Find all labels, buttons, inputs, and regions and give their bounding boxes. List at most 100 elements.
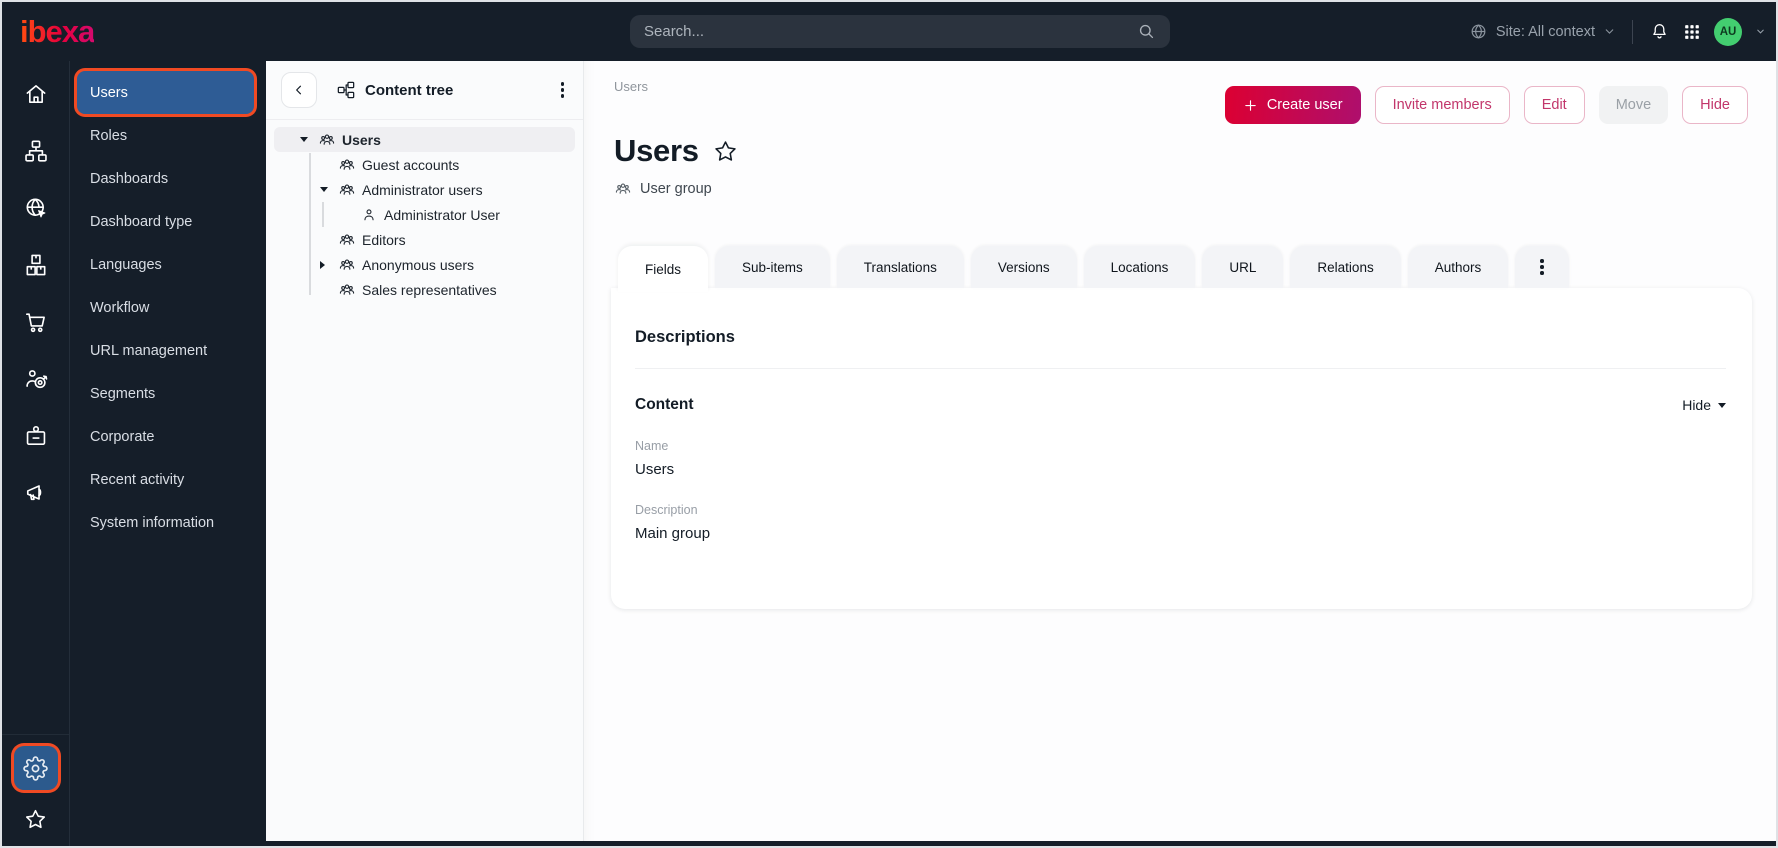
marketing-megaphone-icon: [26, 484, 41, 500]
create-user-button[interactable]: Create user: [1224, 86, 1361, 124]
tree-item-sales-representatives[interactable]: Sales representatives: [274, 277, 575, 302]
field-name: Name Users: [635, 439, 1726, 478]
bottom-edge-strip: [2, 841, 1776, 846]
rail-item-corporate[interactable]: [2, 407, 69, 464]
sidebar-item-label: Segments: [90, 385, 156, 402]
admin-settings-button[interactable]: [13, 746, 58, 790]
move-button[interactable]: Move: [1598, 86, 1669, 124]
tree-options-kebab-icon[interactable]: [557, 78, 569, 102]
content-tree-title: Content tree: [336, 80, 453, 100]
caret-down-icon[interactable]: [300, 137, 318, 142]
breadcrumb[interactable]: Users: [614, 79, 648, 94]
app-grid-button[interactable]: [1683, 23, 1701, 41]
app-grid-icon: [1685, 24, 1699, 39]
sidebar-item-workflow[interactable]: Workflow: [77, 286, 254, 329]
tab-relations[interactable]: Relations: [1290, 246, 1401, 288]
notifications-button[interactable]: [1649, 21, 1670, 42]
tab-locations[interactable]: Locations: [1083, 246, 1196, 288]
field-label: Name: [635, 439, 669, 453]
rail-item-marketing[interactable]: [2, 464, 69, 521]
sidebar-item-url-management[interactable]: URL management: [77, 329, 254, 372]
global-search-input[interactable]: Search...: [630, 15, 1170, 48]
content-tree-panel: Content tree Users Guest accounts Admini…: [266, 61, 584, 841]
tree-item-label: Editors: [362, 231, 406, 248]
action-bar: Create user Invite members Edit Move Hid…: [1224, 86, 1748, 124]
tree-item-administrator-user[interactable]: Administrator User: [274, 202, 575, 227]
tree-item-anonymous-users[interactable]: Anonymous users: [274, 252, 575, 277]
sidebar-item-label: Languages: [90, 256, 162, 273]
invite-members-button[interactable]: Invite members: [1374, 86, 1510, 124]
rail-item-products[interactable]: [2, 236, 69, 293]
field-group-header: Content Hide: [635, 396, 1726, 414]
user-icon: [360, 206, 378, 224]
site-globe-icon: [1471, 24, 1486, 39]
sidebar-item-label: System information: [90, 514, 215, 531]
sidebar-item-users[interactable]: Users: [77, 71, 254, 114]
tree-item-guest-accounts[interactable]: Guest accounts: [274, 152, 575, 177]
favorite-star-icon[interactable]: [712, 138, 739, 165]
caret-right-icon[interactable]: [320, 261, 338, 269]
tree-item-label: Administrator User: [384, 206, 500, 223]
sidebar-item-dashboard-type[interactable]: Dashboard type: [77, 200, 254, 243]
products-boxes-icon: [26, 254, 45, 275]
sidebar-item-segments[interactable]: Segments: [77, 372, 254, 415]
site-context-selector[interactable]: Site: All context: [1469, 22, 1616, 41]
chevron-left-icon: [296, 85, 302, 95]
tree-item-users[interactable]: Users: [274, 127, 575, 152]
rail-item-commerce[interactable]: [2, 293, 69, 350]
sidebar-item-label: Dashboards: [90, 170, 169, 187]
sidebar-item-recent-activity[interactable]: Recent activity: [77, 458, 254, 501]
sidebar-item-dashboards[interactable]: Dashboards: [77, 157, 254, 200]
bookmarks-star-icon: [25, 809, 46, 829]
customer-target-icon: [25, 369, 47, 388]
tab-sub-items[interactable]: Sub-items: [715, 246, 830, 288]
collapse-tree-button[interactable]: [281, 72, 317, 108]
sidebar-item-roles[interactable]: Roles: [77, 114, 254, 157]
caret-down-icon[interactable]: [320, 187, 338, 192]
kebab-icon: [1536, 255, 1548, 279]
user-avatar[interactable]: AU: [1714, 17, 1742, 46]
rail-item-content[interactable]: [2, 122, 69, 179]
tab-fields[interactable]: Fields: [618, 246, 709, 292]
tab-url[interactable]: URL: [1202, 246, 1284, 288]
tab-authors[interactable]: Authors: [1407, 246, 1509, 288]
fields-card: Descriptions Content Hide Name Users Des…: [611, 288, 1752, 609]
rail-item-home[interactable]: [2, 65, 69, 122]
content-sitemap-icon: [24, 139, 47, 162]
card-heading: Descriptions: [635, 328, 735, 346]
tree-item-label: Sales representatives: [362, 281, 497, 298]
user-group-icon: [338, 231, 356, 249]
field-description: Description Main group: [635, 503, 1726, 542]
sidebar-item-languages[interactable]: Languages: [77, 243, 254, 286]
ibexa-logo[interactable]: ibexa: [20, 16, 95, 47]
edit-button[interactable]: Edit: [1523, 86, 1585, 124]
rail-item-site[interactable]: [2, 179, 69, 236]
rail-item-customers[interactable]: [2, 350, 69, 407]
sidebar-item-corporate[interactable]: Corporate: [77, 415, 254, 458]
sidebar-item-system-information[interactable]: System information: [77, 501, 254, 544]
tree-guide-line: [309, 153, 311, 295]
sidebar-item-label: URL management: [90, 342, 208, 359]
main-content: Users Create user Invite members Edit Mo…: [584, 61, 1776, 841]
tab-bar: Fields Sub-items Translations Versions L…: [618, 246, 1569, 292]
sidebar-item-label: Recent activity: [90, 471, 185, 488]
tree-item-label: Users: [342, 131, 381, 148]
rail-bottom-section: [2, 734, 69, 846]
collapse-section-button[interactable]: Hide: [1682, 397, 1726, 413]
tree-item-label: Anonymous users: [362, 256, 475, 273]
field-group-title: Content: [635, 396, 694, 413]
user-group-icon: [338, 281, 356, 299]
bookmarks-button[interactable]: [23, 807, 48, 832]
page-title-row: Users: [614, 133, 739, 169]
user-group-icon: [338, 256, 356, 274]
tree-item-administrator-users[interactable]: Administrator users: [274, 177, 575, 202]
tab-versions[interactable]: Versions: [970, 246, 1077, 288]
tree-item-editors[interactable]: Editors: [274, 227, 575, 252]
tree-guide-line: [322, 202, 324, 227]
field-label: Description: [635, 503, 698, 517]
chevron-down-icon[interactable]: [1755, 26, 1766, 37]
hide-button[interactable]: Hide: [1682, 86, 1748, 124]
tab-translations[interactable]: Translations: [836, 246, 964, 288]
tab-overflow[interactable]: [1515, 246, 1569, 288]
content-type-label: User group: [640, 181, 712, 197]
